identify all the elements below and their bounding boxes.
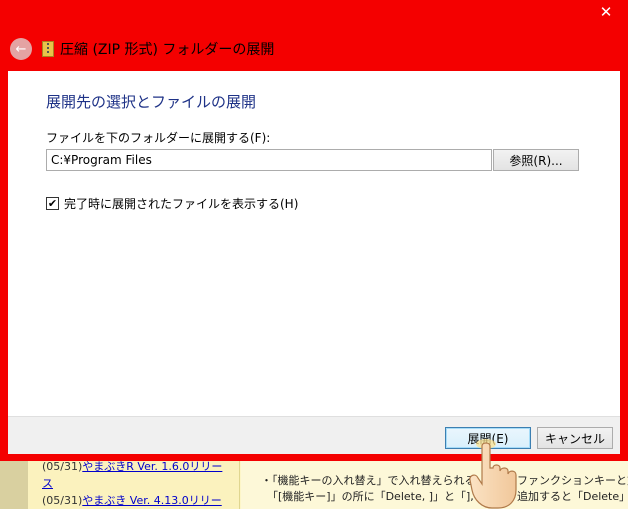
show-files-option[interactable]: ✔ 完了時に展開されたファイルを表示する(H)	[46, 195, 298, 212]
hand-cursor-icon	[469, 439, 517, 509]
content-text-1: ・「機能キーの入れ替え」で入れ替えられる	[261, 474, 476, 487]
news-link-1-wrap[interactable]: ス	[42, 477, 53, 490]
content-text-1b: ファンクションキーと文	[517, 474, 628, 487]
content-text-2b: 追加すると「Delete」キー	[517, 490, 628, 503]
background-left-margin	[0, 455, 28, 509]
extract-zip-dialog: ✕ ← 圧縮 (ZIP 形式) フォルダーの展開 展開先の選択とファイルの展開 …	[0, 0, 628, 461]
back-arrow-icon: ←	[15, 41, 27, 57]
dialog-content: 展開先の選択とファイルの展開 ファイルを下のフォルダーに展開する(F): 参照(…	[8, 71, 620, 454]
destination-path-input[interactable]	[46, 149, 492, 171]
dialog-heading: 展開先の選択とファイルの展開	[46, 93, 257, 111]
close-button[interactable]: ✕	[588, 1, 624, 23]
close-icon: ✕	[599, 3, 613, 21]
show-files-label: 完了時に展開されたファイルを表示する(H)	[64, 197, 299, 211]
background-webpage: (05/31)やまぶきR Ver. 1.6.0リリー ス (05/31)やまぶき…	[0, 455, 628, 509]
back-button[interactable]: ←	[10, 38, 32, 60]
news-link-2[interactable]: やまぶき Ver. 4.13.0リリー	[82, 494, 221, 507]
dialog-footer: 展開(E) キャンセル	[8, 416, 620, 454]
checkmark-icon: ✔	[47, 197, 58, 210]
destination-label: ファイルを下のフォルダーに展開する(F):	[46, 131, 271, 145]
zip-folder-icon	[42, 41, 54, 57]
title-bar: ← 圧縮 (ZIP 形式) フォルダーの展開	[10, 34, 274, 64]
news-link-1[interactable]: やまぶきR Ver. 1.6.0リリー	[82, 460, 222, 473]
background-news-column: (05/31)やまぶきR Ver. 1.6.0リリー ス (05/31)やまぶき…	[28, 455, 240, 509]
show-files-checkbox[interactable]: ✔	[46, 197, 59, 210]
browse-button[interactable]: 参照(R)...	[493, 149, 579, 171]
window-title: 圧縮 (ZIP 形式) フォルダーの展開	[60, 42, 275, 58]
news-item-2: (05/31)やまぶき Ver. 4.13.0リリー	[42, 494, 222, 507]
background-content-column: ・「機能キーの入れ替え」で入れ替えられる ファンクションキーと文 「[機能キー]…	[241, 455, 628, 509]
cancel-button[interactable]: キャンセル	[537, 427, 613, 449]
news-item-1-wrap: ス	[42, 475, 53, 491]
